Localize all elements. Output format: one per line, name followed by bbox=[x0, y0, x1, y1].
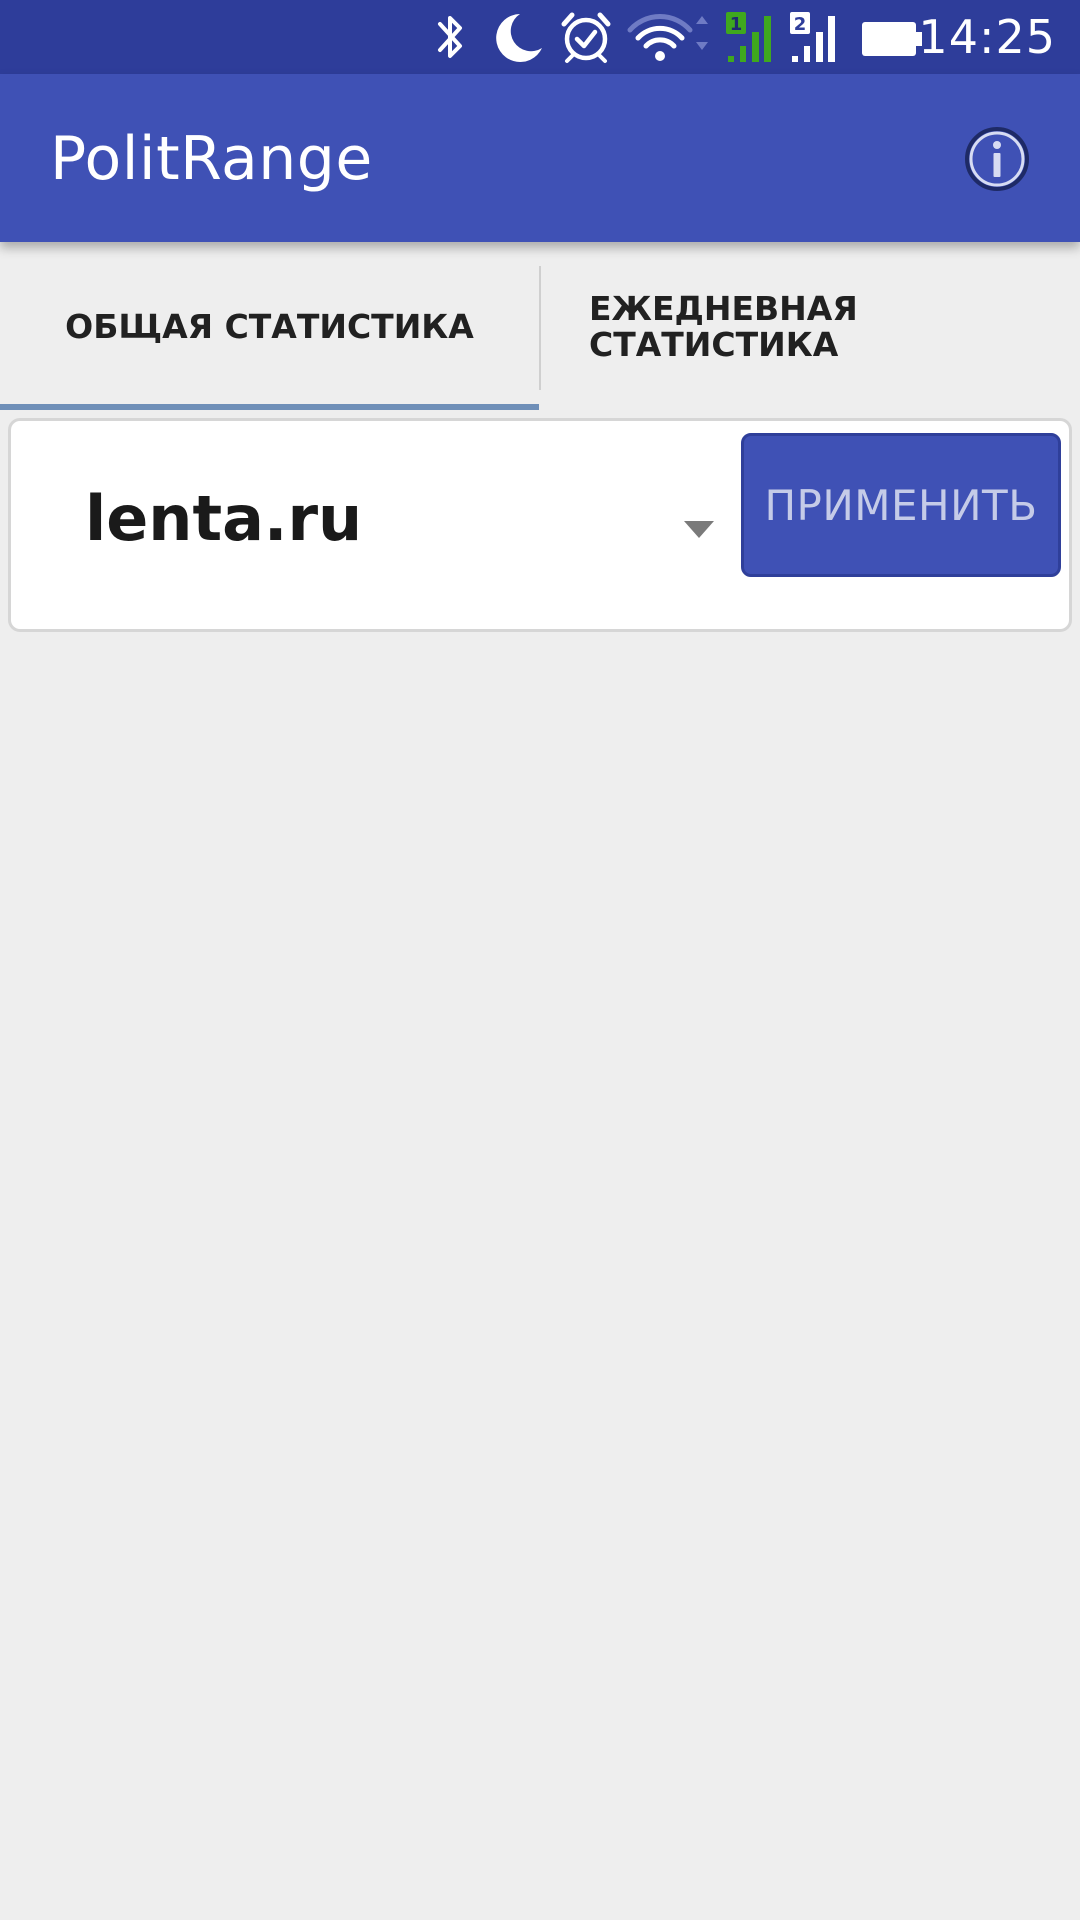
signal-sim2-icon: 2 bbox=[790, 12, 835, 62]
source-dropdown-value: lenta.ru bbox=[85, 482, 363, 555]
alarm-icon bbox=[561, 12, 611, 63]
source-filter-card: lenta.ru ПРИМЕНИТЬ bbox=[8, 418, 1072, 632]
tab-general-statistics-label: ОБЩАЯ СТАТИСТИКА bbox=[65, 307, 474, 346]
sim2-label: 2 bbox=[794, 14, 807, 35]
app-bar: PolitRange bbox=[0, 74, 1080, 242]
apply-button-label: ПРИМЕНИТЬ bbox=[764, 480, 1038, 530]
status-bar: 1 2 14:25 bbox=[0, 0, 1080, 74]
moon-icon bbox=[496, 14, 542, 62]
tab-bar: ОБЩАЯ СТАТИСТИКА ЕЖЕДНЕВНАЯ СТАТИСТИКА bbox=[0, 242, 1080, 412]
tab-daily-statistics[interactable]: ЕЖЕДНЕВНАЯ СТАТИСТИКА bbox=[541, 242, 1080, 412]
bluetooth-icon bbox=[438, 16, 462, 58]
signal-sim1-icon: 1 bbox=[726, 12, 771, 62]
battery-icon bbox=[862, 22, 922, 56]
source-dropdown[interactable]: lenta.ru bbox=[11, 421, 739, 629]
info-icon bbox=[965, 127, 1029, 191]
tab-general-statistics[interactable]: ОБЩАЯ СТАТИСТИКА bbox=[0, 242, 539, 412]
apply-button[interactable]: ПРИМЕНИТЬ bbox=[741, 433, 1061, 577]
app-title: PolitRange bbox=[50, 124, 373, 194]
tab-daily-statistics-label: ЕЖЕДНЕВНАЯ СТАТИСТИКА bbox=[589, 289, 858, 364]
sim1-label: 1 bbox=[730, 14, 743, 35]
status-clock: 14:25 bbox=[918, 10, 1056, 64]
tab-selected-indicator bbox=[0, 404, 539, 410]
info-button[interactable] bbox=[964, 126, 1030, 192]
wifi-icon bbox=[627, 14, 708, 61]
dropdown-arrow-icon bbox=[684, 521, 714, 538]
